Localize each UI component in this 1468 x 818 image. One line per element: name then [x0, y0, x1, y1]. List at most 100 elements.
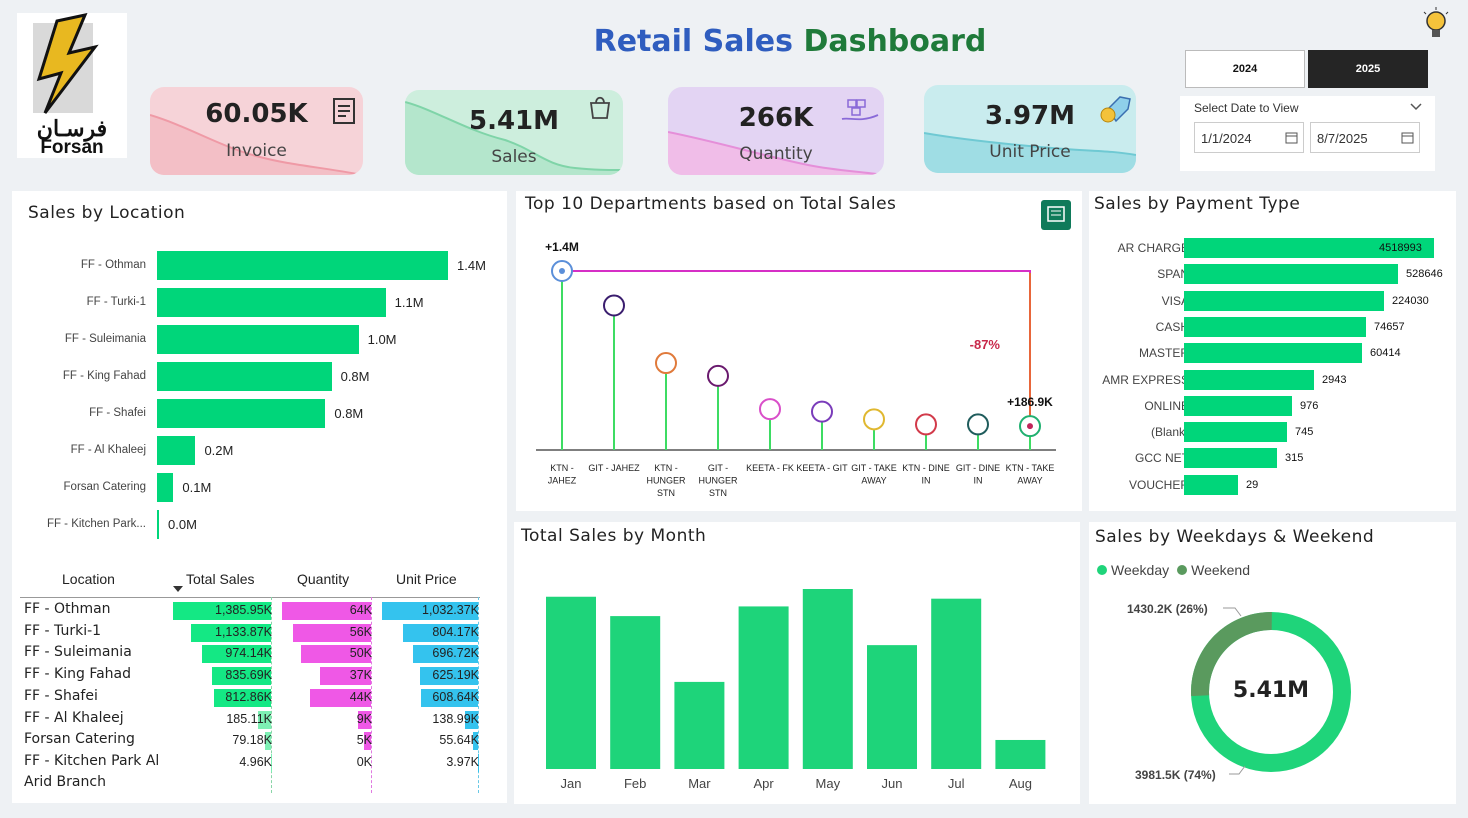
payment-bar[interactable]: [1184, 290, 1384, 311]
department-label: IN: [974, 476, 983, 486]
chevron-down-icon[interactable]: [1410, 102, 1422, 112]
department-label: STN: [657, 488, 675, 498]
month-tick-label: Jan: [561, 776, 582, 791]
payment-type-label: CASH: [1155, 319, 1189, 334]
payment-type-label: AR CHARGE: [1117, 241, 1189, 255]
table-cell-location: Forsan Catering: [24, 731, 135, 748]
payment-type-label: MASTER: [1138, 346, 1189, 361]
end-date-field[interactable]: 8/7/2025: [1310, 122, 1420, 153]
month-tick-label: Jun: [882, 776, 903, 791]
lollipop-point[interactable]: [707, 364, 729, 387]
calendar-icon[interactable]: [1285, 131, 1298, 144]
table-cell-quantity: 44K: [349, 689, 372, 704]
table-cell-unit-price: 138.99K: [432, 711, 479, 726]
title-part-2: Dashboard: [803, 24, 987, 59]
department-label: AWAY: [861, 476, 886, 486]
monthly-bar-chart: Jan Feb Mar Apr May Jun Jul Aug: [546, 589, 1046, 791]
invoice-icon: [333, 98, 355, 124]
payment-bar[interactable]: [1184, 316, 1366, 337]
table-cell-location: FF - Shafei: [24, 687, 98, 704]
payment-bar-chart: AR CHARGE 4518993 SPAN 528646 VISA 224030 CASH…: [1089, 191, 1456, 511]
kpi-card-quantity: 266K Quantity: [668, 87, 884, 175]
month-bar[interactable]: [802, 589, 853, 769]
shopping-bag-icon: [589, 96, 611, 119]
payment-bar-value: 29: [1246, 478, 1259, 491]
table-cell-quantity: 5K: [356, 733, 372, 748]
calendar-icon[interactable]: [1401, 131, 1414, 144]
department-label: KEETA - GIT: [796, 463, 848, 473]
payment-bar-value: 4518993: [1379, 242, 1422, 254]
department-label: STN: [709, 488, 727, 498]
payment-bar[interactable]: [1184, 369, 1314, 390]
payment-bar[interactable]: [1184, 395, 1292, 416]
month-bar[interactable]: [931, 598, 982, 769]
weekday-data-label: 3981.5K (74%): [1135, 768, 1216, 782]
table-cell-quantity: 9K: [356, 711, 372, 726]
year-2025-button[interactable]: 2025: [1308, 50, 1428, 88]
payment-bar[interactable]: [1184, 448, 1277, 469]
payment-type-label: (Blank): [1150, 425, 1189, 440]
monthly-sales-panel: Total Sales by Month Jan Feb Mar Apr May Jun J…: [514, 522, 1080, 804]
min-value-label: +186.9K: [1007, 395, 1053, 409]
lollipop-point[interactable]: [915, 413, 937, 436]
table-cell-location-wrap: Arid Branch: [24, 774, 106, 790]
payment-bar[interactable]: [1184, 422, 1287, 443]
lollipop-point[interactable]: [759, 398, 781, 421]
department-label: GIT - TAKE: [851, 463, 897, 473]
department-label: KEETA - FK: [746, 463, 794, 473]
department-label: IN: [922, 476, 931, 486]
payment-bar[interactable]: [1184, 264, 1398, 285]
payment-bar[interactable]: [1184, 343, 1362, 364]
lollipop-point[interactable]: [967, 413, 989, 436]
month-bar[interactable]: [546, 596, 596, 769]
sales-by-location-panel: Sales by Location FF - Othman 1.4M FF - Tu…: [12, 191, 507, 803]
title-part-1: Retail Sales: [593, 24, 793, 59]
price-tag-icon: [1100, 96, 1131, 123]
lollipop-point[interactable]: [863, 408, 885, 431]
payment-type-label: ONLINE: [1144, 398, 1189, 413]
table-cell-total-sales: 79.18K: [232, 733, 272, 748]
payment-type-label: GCC NET: [1135, 451, 1189, 466]
department-label: HUNGER: [646, 476, 686, 486]
payment-bar-value: 976: [1300, 399, 1319, 412]
weekday-weekend-panel: Sales by Weekdays & Weekend Weekday Week…: [1089, 522, 1456, 804]
month-tick-label: Aug: [1009, 776, 1032, 791]
table-cell-total-sales: 185.11K: [226, 711, 272, 726]
percent-change-label: -87%: [970, 337, 1001, 352]
kpi-card-invoice: 60.05K Invoice: [150, 87, 363, 175]
payment-type-label: SPAN: [1157, 267, 1189, 282]
month-tick-label: Mar: [688, 776, 711, 791]
month-bar[interactable]: [610, 616, 661, 769]
table-cell-location: FF - Kitchen Park Al: [24, 752, 160, 769]
payment-type-panel: Sales by Payment Type AR CHARGE 4518993 SP…: [1089, 191, 1456, 511]
location-table: FF - Othman 1,385.95K 64K 1,032.37K FF - Tur…: [12, 191, 507, 803]
department-label: JAHEZ: [548, 476, 577, 486]
lollipop-marker: [559, 268, 565, 274]
department-label: KTN - DINE: [902, 463, 950, 473]
lollipop-point[interactable]: [811, 400, 833, 423]
month-bar[interactable]: [674, 681, 725, 769]
lollipop-point[interactable]: [603, 294, 625, 317]
boxes-hand-icon: [841, 99, 879, 121]
table-cell-total-sales: 974.14K: [225, 646, 272, 661]
table-cell-location: FF - Turki-1: [24, 622, 102, 639]
month-bar[interactable]: [995, 739, 1046, 769]
department-label: KTN -: [550, 463, 574, 473]
payment-bar-value: 74657: [1374, 320, 1405, 333]
kpi-label: Quantity: [739, 144, 813, 164]
table-cell-unit-price: 804.17K: [432, 624, 479, 639]
lollipop-point[interactable]: [655, 352, 677, 375]
start-date-field[interactable]: 1/1/2024: [1194, 122, 1304, 153]
payment-bar[interactable]: [1184, 474, 1238, 495]
table-cell-location: FF - Suleimania: [24, 644, 132, 661]
table-cell-unit-price: 55.64K: [439, 733, 479, 748]
departments-lollipop-chart: KTN - JAHEZ GIT - JAHEZ KTN - HUNGER STN GIT -…: [536, 240, 1056, 498]
page-title: Retail Sales Dashboard: [560, 24, 1020, 59]
payment-bar-value: 315: [1285, 452, 1304, 465]
payment-bar-value: 745: [1295, 426, 1314, 439]
lightbulb-icon[interactable]: [1420, 6, 1452, 42]
month-bar[interactable]: [867, 645, 917, 769]
forsan-logo: فرسـان Forsan: [17, 12, 127, 158]
year-2024-button[interactable]: 2024: [1185, 50, 1305, 88]
month-bar[interactable]: [738, 606, 789, 769]
